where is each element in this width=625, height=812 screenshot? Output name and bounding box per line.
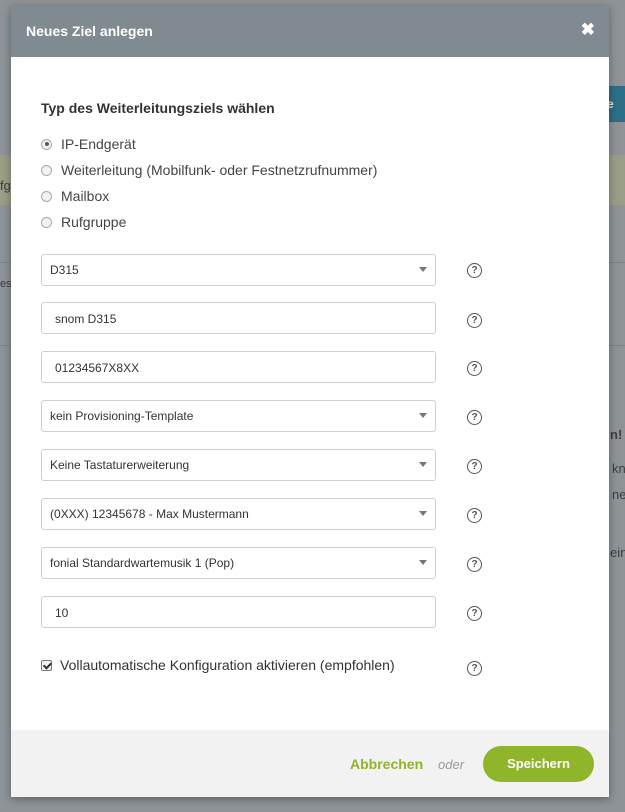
radio-button[interactable]: [41, 164, 52, 176]
device-model-value: D315: [50, 263, 79, 277]
radio-button[interactable]: [41, 190, 52, 202]
chevron-down-icon: [419, 413, 427, 418]
dialog-header: Neues Ziel anlegen ✖: [11, 6, 609, 57]
auto-config-label: Vollautomatische Konfiguration aktiviere…: [60, 657, 395, 673]
radio-label: Mailbox: [61, 188, 110, 204]
help-icon[interactable]: ?: [467, 410, 482, 425]
help-icon[interactable]: ?: [467, 508, 482, 523]
background-text: es: [0, 278, 12, 290]
radio-ring-group[interactable]: Rufgruppe: [41, 212, 126, 232]
help-icon[interactable]: ?: [467, 263, 482, 278]
device-model-select[interactable]: D315: [41, 254, 436, 286]
help-icon[interactable]: ?: [467, 459, 482, 474]
or-separator: oder: [438, 757, 465, 772]
new-destination-dialog: Neues Ziel anlegen ✖ Typ des Weiterleitu…: [11, 6, 609, 797]
hold-music-value: fonial Standardwartemusik 1 (Pop): [50, 556, 235, 570]
radio-forwarding[interactable]: Weiterleitung (Mobilfunk- oder Festnetzr…: [41, 160, 377, 180]
dialog-footer: Abbrechen oder Speichern: [11, 730, 609, 797]
background-text: kn: [612, 461, 625, 476]
provisioning-template-select[interactable]: kein Provisioning-Template: [41, 400, 436, 432]
keyboard-extension-select[interactable]: Keine Tastaturerweiterung: [41, 449, 436, 481]
close-icon[interactable]: ✖: [581, 21, 595, 38]
device-name-value: snom D315: [55, 312, 117, 326]
help-icon[interactable]: ?: [467, 361, 482, 376]
auto-config-checkbox[interactable]: [41, 659, 52, 671]
cancel-button[interactable]: Abbrechen: [350, 756, 423, 772]
help-icon[interactable]: ?: [467, 661, 482, 676]
ring-time-value: 10: [55, 606, 69, 620]
mac-address-input[interactable]: 01234567X8XX: [41, 351, 436, 383]
background-text: fg: [0, 178, 11, 193]
section-title: Typ des Weiterleitungsziels wählen: [41, 100, 275, 116]
chevron-down-icon: [419, 560, 427, 565]
chevron-down-icon: [419, 462, 427, 467]
radio-button[interactable]: [41, 216, 52, 228]
radio-label: Rufgruppe: [61, 214, 127, 230]
radio-button[interactable]: [41, 138, 52, 150]
background-text: n!: [610, 427, 623, 442]
provisioning-template-value: kein Provisioning-Template: [50, 409, 194, 423]
device-name-input[interactable]: snom D315: [41, 302, 436, 334]
radio-label: Weiterleitung (Mobilfunk- oder Festnetzr…: [61, 162, 378, 178]
ring-time-input[interactable]: 10: [41, 596, 436, 628]
radio-mailbox[interactable]: Mailbox: [41, 186, 109, 206]
chevron-down-icon: [419, 267, 427, 272]
caller-number-value: (0XXX) 12345678 - Max Mustermann: [50, 507, 249, 521]
dialog-title: Neues Ziel anlegen: [26, 23, 153, 39]
auto-config-row[interactable]: Vollautomatische Konfiguration aktiviere…: [41, 657, 395, 673]
radio-ip-device[interactable]: IP-Endgerät: [41, 134, 136, 154]
hold-music-select[interactable]: fonial Standardwartemusik 1 (Pop): [41, 547, 436, 579]
background-text: ein: [610, 545, 625, 560]
help-icon[interactable]: ?: [467, 313, 482, 328]
keyboard-extension-value: Keine Tastaturerweiterung: [50, 458, 190, 472]
chevron-down-icon: [419, 511, 427, 516]
background-text: ne: [612, 487, 625, 502]
caller-number-select[interactable]: (0XXX) 12345678 - Max Mustermann: [41, 498, 436, 530]
radio-label: IP-Endgerät: [61, 136, 136, 152]
save-button[interactable]: Speichern: [483, 746, 594, 782]
help-icon[interactable]: ?: [467, 606, 482, 621]
mac-address-value: 01234567X8XX: [55, 361, 140, 375]
help-icon[interactable]: ?: [467, 557, 482, 572]
